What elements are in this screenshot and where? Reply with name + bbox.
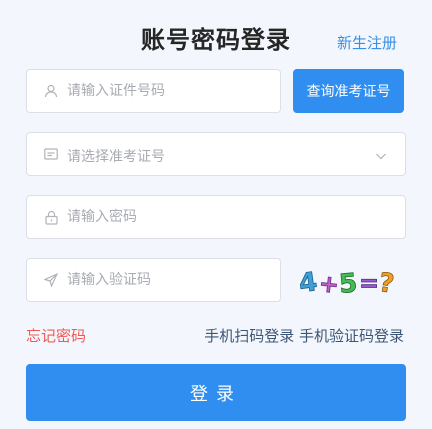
query-ticket-button[interactable]: 查询准考证号 bbox=[293, 69, 404, 113]
password-field[interactable] bbox=[26, 195, 406, 239]
captcha-input[interactable] bbox=[67, 259, 264, 301]
password-input[interactable] bbox=[67, 196, 389, 238]
captcha-field[interactable] bbox=[26, 258, 281, 302]
id-number-input[interactable] bbox=[67, 70, 264, 112]
sms-login-link[interactable]: 手机验证码登录 bbox=[299, 327, 404, 345]
ticket-number-select[interactable]: 请选择准考证号 bbox=[26, 132, 406, 176]
svg-text:4: 4 bbox=[297, 267, 319, 299]
svg-text:5: 5 bbox=[338, 268, 359, 299]
user-icon bbox=[43, 83, 59, 99]
ticket-select-placeholder: 请选择准考证号 bbox=[67, 149, 165, 165]
chevron-down-icon bbox=[375, 147, 387, 166]
qr-login-link[interactable]: 手机扫码登录 bbox=[204, 327, 294, 345]
id-number-field[interactable] bbox=[26, 69, 281, 113]
forgot-password-link[interactable]: 忘记密码 bbox=[26, 325, 86, 346]
card-icon bbox=[43, 146, 59, 162]
svg-text:=: = bbox=[359, 269, 379, 297]
send-icon bbox=[43, 272, 59, 288]
captcha-image[interactable]: 4 + 5 = ? bbox=[293, 258, 404, 302]
svg-text:+: + bbox=[317, 269, 340, 299]
register-link[interactable]: 新生注册 bbox=[337, 32, 397, 53]
svg-text:?: ? bbox=[377, 268, 396, 300]
lock-icon bbox=[43, 209, 59, 225]
alt-login-links: 手机扫码登录 手机验证码登录 bbox=[204, 325, 404, 346]
login-button[interactable]: 登录 bbox=[26, 364, 406, 421]
